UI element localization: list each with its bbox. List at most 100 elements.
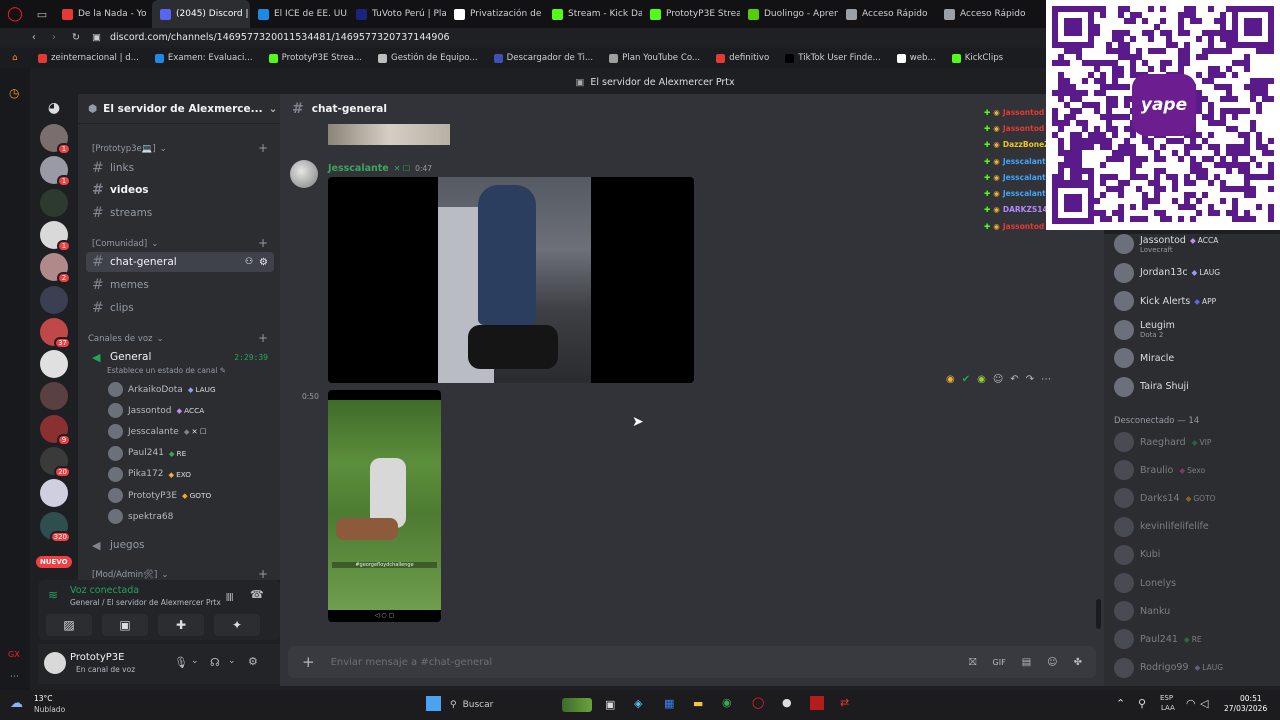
language-indicator[interactable]: ESP xyxy=(1160,694,1173,702)
taskbar-search[interactable]: ⚲ Buscar xyxy=(450,695,592,715)
member-item[interactable]: Taira Shuji xyxy=(1114,376,1189,397)
check-reaction-icon[interactable]: ✔ xyxy=(962,374,970,385)
category-mod[interactable]: [Mod/Admin🛠] ⌄ xyxy=(92,570,168,580)
file-explorer-icon[interactable]: ▬ xyxy=(693,697,703,710)
sticker-icon[interactable]: ▤ xyxy=(1022,657,1031,668)
browser-tab[interactable]: TuVoto Perú | Pla xyxy=(348,0,446,28)
user-name[interactable]: PrototyP3E xyxy=(70,652,124,663)
start-icon[interactable] xyxy=(426,696,441,711)
server-icon[interactable]: 1 xyxy=(40,124,71,155)
member-item[interactable]: Paul241 ◆ RE xyxy=(1114,629,1202,650)
tray-icon[interactable]: ⚲ xyxy=(1138,697,1146,710)
bookmark-item[interactable]: Examen: Evaluaci... xyxy=(147,53,261,63)
microphone-icon[interactable]: 🎙︎ xyxy=(174,656,188,669)
member-item[interactable]: Raeghard ◆ VIP xyxy=(1114,432,1211,452)
reload-icon[interactable]: ↻ xyxy=(72,32,92,43)
bookmark-item[interactable]: zeinternacional | d... xyxy=(30,53,147,63)
bookmark-item[interactable]: definitivo xyxy=(708,53,777,63)
server-icon[interactable]: 2 xyxy=(40,253,71,285)
voice-user[interactable]: PrototyP3E ◆ GOTO xyxy=(108,488,211,503)
chat-scrollbar[interactable] xyxy=(1096,599,1101,629)
gift-icon[interactable]: ⛝ xyxy=(969,657,977,668)
forward-icon[interactable]: ↷ xyxy=(1026,374,1034,385)
voice-user[interactable]: Paul241 ◆ RE xyxy=(108,445,186,461)
voice-user[interactable]: Jesscalante ◆ ✕ ☐ xyxy=(108,424,206,440)
member-item[interactable]: Jordan13c ◆ LAUG xyxy=(1114,262,1220,283)
voice-connected-subtitle[interactable]: General / El servidor de Alexmercer Prtx xyxy=(70,598,221,607)
browser-tab[interactable]: (2045) Discord | #cha xyxy=(152,0,250,28)
add-attachment-icon[interactable]: + xyxy=(302,653,315,671)
tab-overview-icon[interactable]: ▭ xyxy=(30,8,54,21)
server-icon[interactable]: 20 xyxy=(40,447,71,478)
add-channel-icon[interactable]: + xyxy=(258,567,268,580)
voice-user[interactable]: spektra68 xyxy=(108,509,173,525)
reaction-icon[interactable]: ◉ xyxy=(946,374,955,385)
channel-memes[interactable]: # memes xyxy=(86,275,274,295)
member-item[interactable]: Lonelys xyxy=(1114,573,1176,593)
bookmark-item[interactable]: web... xyxy=(889,53,944,63)
app-icon[interactable]: ● xyxy=(782,696,792,709)
member-item[interactable]: Kick Alerts ◆ APP xyxy=(1114,291,1216,311)
chevron-down-icon[interactable]: ⌄ xyxy=(191,656,199,666)
tray-chevron-icon[interactable]: ⌃ xyxy=(1116,697,1125,710)
member-item[interactable]: Leugim Dota 2 xyxy=(1114,319,1175,340)
server-icon[interactable] xyxy=(40,479,68,508)
camera-off-button[interactable]: ▨ xyxy=(46,614,92,636)
member-item[interactable]: Darks14 ◆ GOTO xyxy=(1114,488,1216,509)
bookmark-item[interactable]: Gestión de Equipo... xyxy=(370,53,486,63)
store-icon[interactable]: ▦ xyxy=(664,697,674,710)
app-icon[interactable]: ⇄ xyxy=(840,696,849,709)
member-item[interactable]: Kubi xyxy=(1114,544,1160,565)
server-header[interactable]: ⬢ El servidor de Alexmerce... ⌄ ⚇ xyxy=(78,94,280,124)
bookmark-item[interactable]: Descargador de Ti... xyxy=(486,53,602,63)
bookmark-item[interactable]: KickClips xyxy=(944,53,1011,63)
category-voice[interactable]: Canales de voz ⌄ xyxy=(88,334,164,344)
clock-icon[interactable]: ◷ xyxy=(9,86,19,100)
volume-icon[interactable]: ◁ xyxy=(1200,697,1208,710)
browser-tab[interactable]: Stream - Kick Das xyxy=(544,0,642,28)
browser-tab[interactable]: Privatización de e xyxy=(446,0,544,28)
url-field[interactable]: discord.com/channels/1469577320011534481… xyxy=(110,32,450,43)
category-prototype[interactable]: [Prototyp3e💻] ⌄ xyxy=(92,144,167,154)
member-item[interactable]: Nanku xyxy=(1114,601,1170,622)
channel-streams[interactable]: # streams xyxy=(86,203,274,223)
bookmark-item[interactable]: Plan YouTube Co... xyxy=(601,53,708,63)
reply-icon[interactable]: ↶ xyxy=(1010,374,1018,385)
voice-user[interactable]: ArkaikoDota ◆ LAUG xyxy=(108,382,216,397)
forward-icon[interactable]: › xyxy=(52,32,72,43)
voice-connected-title[interactable]: Voz conectada xyxy=(70,585,139,596)
server-icon[interactable]: 320 xyxy=(40,511,71,543)
bookmark-item[interactable]: PrototyP3E Strea... xyxy=(261,53,370,63)
copilot-icon[interactable]: ◈ xyxy=(634,697,642,710)
reaction-icon[interactable]: ◉ xyxy=(977,374,986,385)
headphones-icon[interactable]: ☊ xyxy=(210,656,220,669)
channel-chat-general[interactable]: # chat-general ⚇ ⚙ xyxy=(86,252,274,272)
previous-image[interactable] xyxy=(328,124,450,145)
server-icon[interactable] xyxy=(40,188,68,217)
video-embed[interactable] xyxy=(328,177,694,383)
voice-status[interactable]: Establece un estado de canal ✎ xyxy=(107,366,226,375)
disconnect-icon[interactable]: ☎ xyxy=(250,588,264,601)
message-composer[interactable]: + Enviar mensaje a #chat-general ⛝ GIF ▤… xyxy=(288,646,1096,678)
voice-channel-juegos[interactable]: ◀ juegos xyxy=(86,535,274,555)
weather-temp[interactable]: 13°C xyxy=(34,694,53,703)
server-icon[interactable] xyxy=(40,285,68,314)
apps-icon[interactable]: ✤ xyxy=(1074,657,1082,668)
user-settings-icon[interactable]: ⚙ xyxy=(248,655,258,668)
more-icon[interactable]: ⋯ xyxy=(1041,374,1051,385)
back-icon[interactable]: ‹ xyxy=(32,32,52,43)
message-input[interactable]: Enviar mensaje a #chat-general xyxy=(331,657,953,668)
gx-corner-icon[interactable]: GX xyxy=(8,650,20,659)
browser-tab[interactable]: PrototyP3E Strea xyxy=(642,0,740,28)
opera-logo-icon[interactable]: ◯ xyxy=(0,6,30,22)
browser-tab[interactable]: Acceso Rápido xyxy=(936,0,1034,28)
member-item[interactable]: Miracle xyxy=(1114,348,1174,368)
gear-icon[interactable]: ⚙ xyxy=(259,257,268,268)
server-icon[interactable]: 1 xyxy=(40,220,71,252)
category-comunidad[interactable]: [Comunidad] ⌄ xyxy=(92,239,158,249)
clock-time[interactable]: 00:51 xyxy=(1240,694,1262,703)
task-view-icon[interactable]: ▣ xyxy=(605,698,615,711)
add-channel-icon[interactable]: + xyxy=(258,236,268,250)
more-icon[interactable]: ⋯ xyxy=(10,672,19,682)
channel-videos[interactable]: # videos xyxy=(86,180,274,200)
